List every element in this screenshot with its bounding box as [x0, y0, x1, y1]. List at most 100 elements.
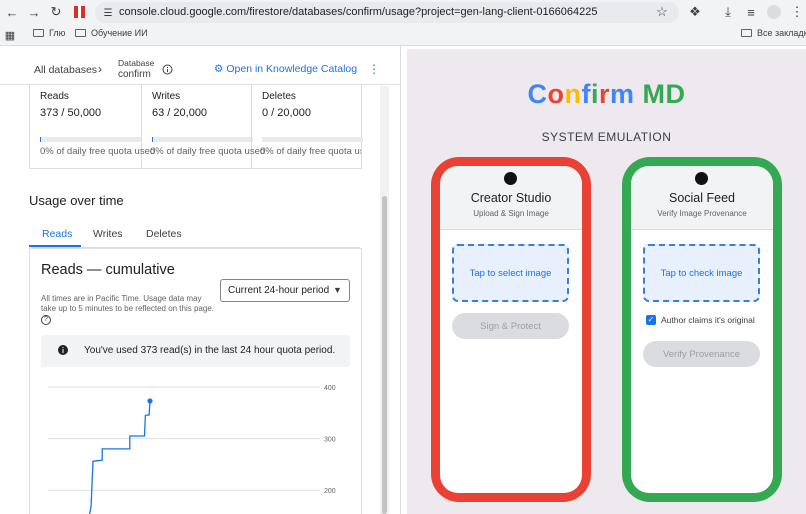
info-banner: You've used 373 read(s) in the last 24 h…: [41, 335, 350, 367]
quota-value: 373 / 50,000: [40, 107, 102, 119]
verify-provenance-button[interactable]: Verify Provenance: [643, 341, 760, 367]
feed-phone: Social Feed Verify Image Provenance Tap …: [622, 157, 782, 502]
logo-letter: C: [527, 79, 548, 109]
info-filled-icon: [58, 345, 68, 358]
period-select[interactable]: Current 24-hour period ▼: [220, 279, 350, 302]
info-banner-text: You've used 373 read(s) in the last 24 h…: [84, 345, 336, 356]
folder-icon: [33, 29, 44, 37]
folder-icon: [75, 29, 86, 37]
reads-series-line: [88, 400, 151, 514]
active-tab-indicator: [29, 245, 81, 247]
period-select-value: Current 24-hour period: [228, 285, 330, 296]
tab-writes[interactable]: Writes: [93, 228, 123, 240]
bookmarks-bar: ▦ Глю Обучение ИИ Все закладки: [0, 25, 806, 46]
usage-tabs: Reads Writes Deletes: [29, 226, 360, 248]
quota-pct-reads: 0% of daily free quota used: [40, 146, 156, 157]
menu-icon[interactable]: ⋮: [788, 3, 806, 21]
more-vert-icon[interactable]: ⋮: [368, 62, 380, 76]
author-claim-checkbox-row[interactable]: ✓ Author claims it's original: [646, 315, 755, 325]
quota-bar: [40, 137, 141, 142]
browser-toolbar: ← → ↻ ☰ console.cloud.google.com/firesto…: [0, 0, 806, 25]
feed-subtitle: Verify Image Provenance: [657, 209, 747, 218]
creator-phone: Creator Studio Upload & Sign Image Tap t…: [431, 157, 591, 502]
checkbox-checked-icon[interactable]: ✓: [646, 315, 656, 325]
tab-reads[interactable]: Reads: [42, 228, 72, 240]
y-tick-label: 400: [324, 385, 336, 392]
database-name[interactable]: confirm: [118, 69, 151, 80]
author-claim-label: Author claims it's original: [661, 315, 755, 325]
apps-grid-icon[interactable]: ▦: [1, 26, 19, 44]
bookmark-folder-glyu[interactable]: Глю: [33, 28, 65, 38]
knowledge-catalog-label: Open in Knowledge Catalog: [226, 63, 358, 75]
scrollbar-thumb[interactable]: [382, 196, 387, 514]
logo-letter: r: [598, 79, 610, 109]
info-icon[interactable]: [162, 64, 173, 78]
url-text: console.cloud.google.com/firestore/datab…: [119, 6, 598, 18]
address-bar[interactable]: ☰ console.cloud.google.com/firestore/dat…: [95, 2, 679, 23]
quota-value: 63 / 20,000: [152, 107, 208, 119]
tab-deletes[interactable]: Deletes: [146, 228, 182, 240]
chart-title: Reads — cumulative: [41, 262, 175, 278]
folder-icon: [741, 29, 752, 37]
app-panel: Confirm MD SYSTEM EMULATION Creator Stud…: [407, 49, 806, 514]
logo-letter: i: [590, 79, 599, 109]
console-panel: All databases › Database confirm ⚙ Open …: [0, 46, 401, 514]
timezone-note: All times are in Pacific Time. Usage dat…: [41, 294, 215, 325]
quota-bar-fill: [40, 137, 41, 142]
quota-bar: [152, 137, 253, 142]
feed-screen: Social Feed Verify Image Provenance Tap …: [631, 166, 773, 493]
forward-icon[interactable]: →: [25, 3, 43, 21]
back-icon[interactable]: ←: [3, 3, 21, 21]
chart-card: Reads — cumulative Current 24-hour perio…: [29, 248, 362, 514]
logo-letter: n: [564, 79, 582, 109]
download-icon[interactable]: ⤓: [719, 3, 737, 21]
catalog-icon: ⚙: [214, 63, 224, 75]
sign-protect-button[interactable]: Sign & Protect: [452, 313, 569, 339]
usage-title: Usage over time: [29, 193, 124, 208]
chevron-right-icon: ›: [98, 62, 102, 76]
camera-notch: [695, 172, 708, 185]
quota-pct-deletes: 0% of daily free quota use: [260, 146, 361, 157]
dropdown-arrow-icon: ▼: [333, 285, 342, 295]
help-icon[interactable]: ?: [41, 315, 51, 325]
y-tick-label: 200: [324, 488, 336, 495]
camera-notch: [504, 172, 517, 185]
logo-md: MD: [642, 79, 686, 109]
breadcrumb-all-databases[interactable]: All databases: [34, 64, 97, 76]
all-bookmarks-label: Все закладки: [757, 28, 806, 38]
quota-label: Deletes: [262, 91, 296, 102]
timezone-note-text: All times are in Pacific Time. Usage dat…: [41, 294, 214, 313]
creator-screen: Creator Studio Upload & Sign Image Tap t…: [440, 166, 582, 493]
creator-title: Creator Studio: [470, 191, 552, 205]
extensions-puzzle-icon[interactable]: ❖: [686, 3, 704, 21]
bookmark-label: Обучение ИИ: [91, 28, 148, 38]
quota-pct-writes: 0% of daily free quota used: [150, 146, 266, 157]
site-settings-icon[interactable]: ☰: [99, 4, 117, 22]
profile-avatar[interactable]: [765, 3, 783, 21]
all-bookmarks[interactable]: Все закладки: [741, 28, 806, 38]
logo-confirm: Confirm: [527, 79, 634, 109]
database-label: Database: [118, 58, 155, 68]
bookmark-folder-ml[interactable]: Обучение ИИ: [75, 28, 148, 38]
app-logo: Confirm MD: [407, 79, 806, 110]
quota-value: 0 / 20,000: [262, 107, 311, 119]
y-tick-label: 300: [324, 437, 336, 444]
check-image-dropzone[interactable]: Tap to check image: [643, 244, 760, 302]
extension-icon[interactable]: [70, 3, 88, 21]
select-image-dropzone[interactable]: Tap to select image: [452, 244, 569, 302]
last-point-marker[interactable]: [147, 398, 153, 404]
feed-header: Social Feed Verify Image Provenance: [631, 166, 773, 230]
reload-icon[interactable]: ↻: [47, 3, 65, 21]
logo-letter: m: [610, 79, 635, 109]
feed-title: Social Feed: [668, 191, 735, 205]
quota-label: Writes: [152, 91, 181, 102]
logo-letter: f: [581, 79, 591, 109]
knowledge-catalog-link[interactable]: ⚙ Open in Knowledge Catalog: [214, 63, 357, 75]
creator-header: Creator Studio Upload & Sign Image: [440, 166, 582, 230]
media-icon[interactable]: ≡: [742, 3, 760, 21]
logo-letter: o: [547, 79, 565, 109]
quota-bar: [262, 137, 363, 142]
bookmark-star-icon[interactable]: ☆: [653, 3, 671, 21]
quota-label: Reads: [40, 91, 69, 102]
bookmark-label: Глю: [49, 28, 66, 38]
